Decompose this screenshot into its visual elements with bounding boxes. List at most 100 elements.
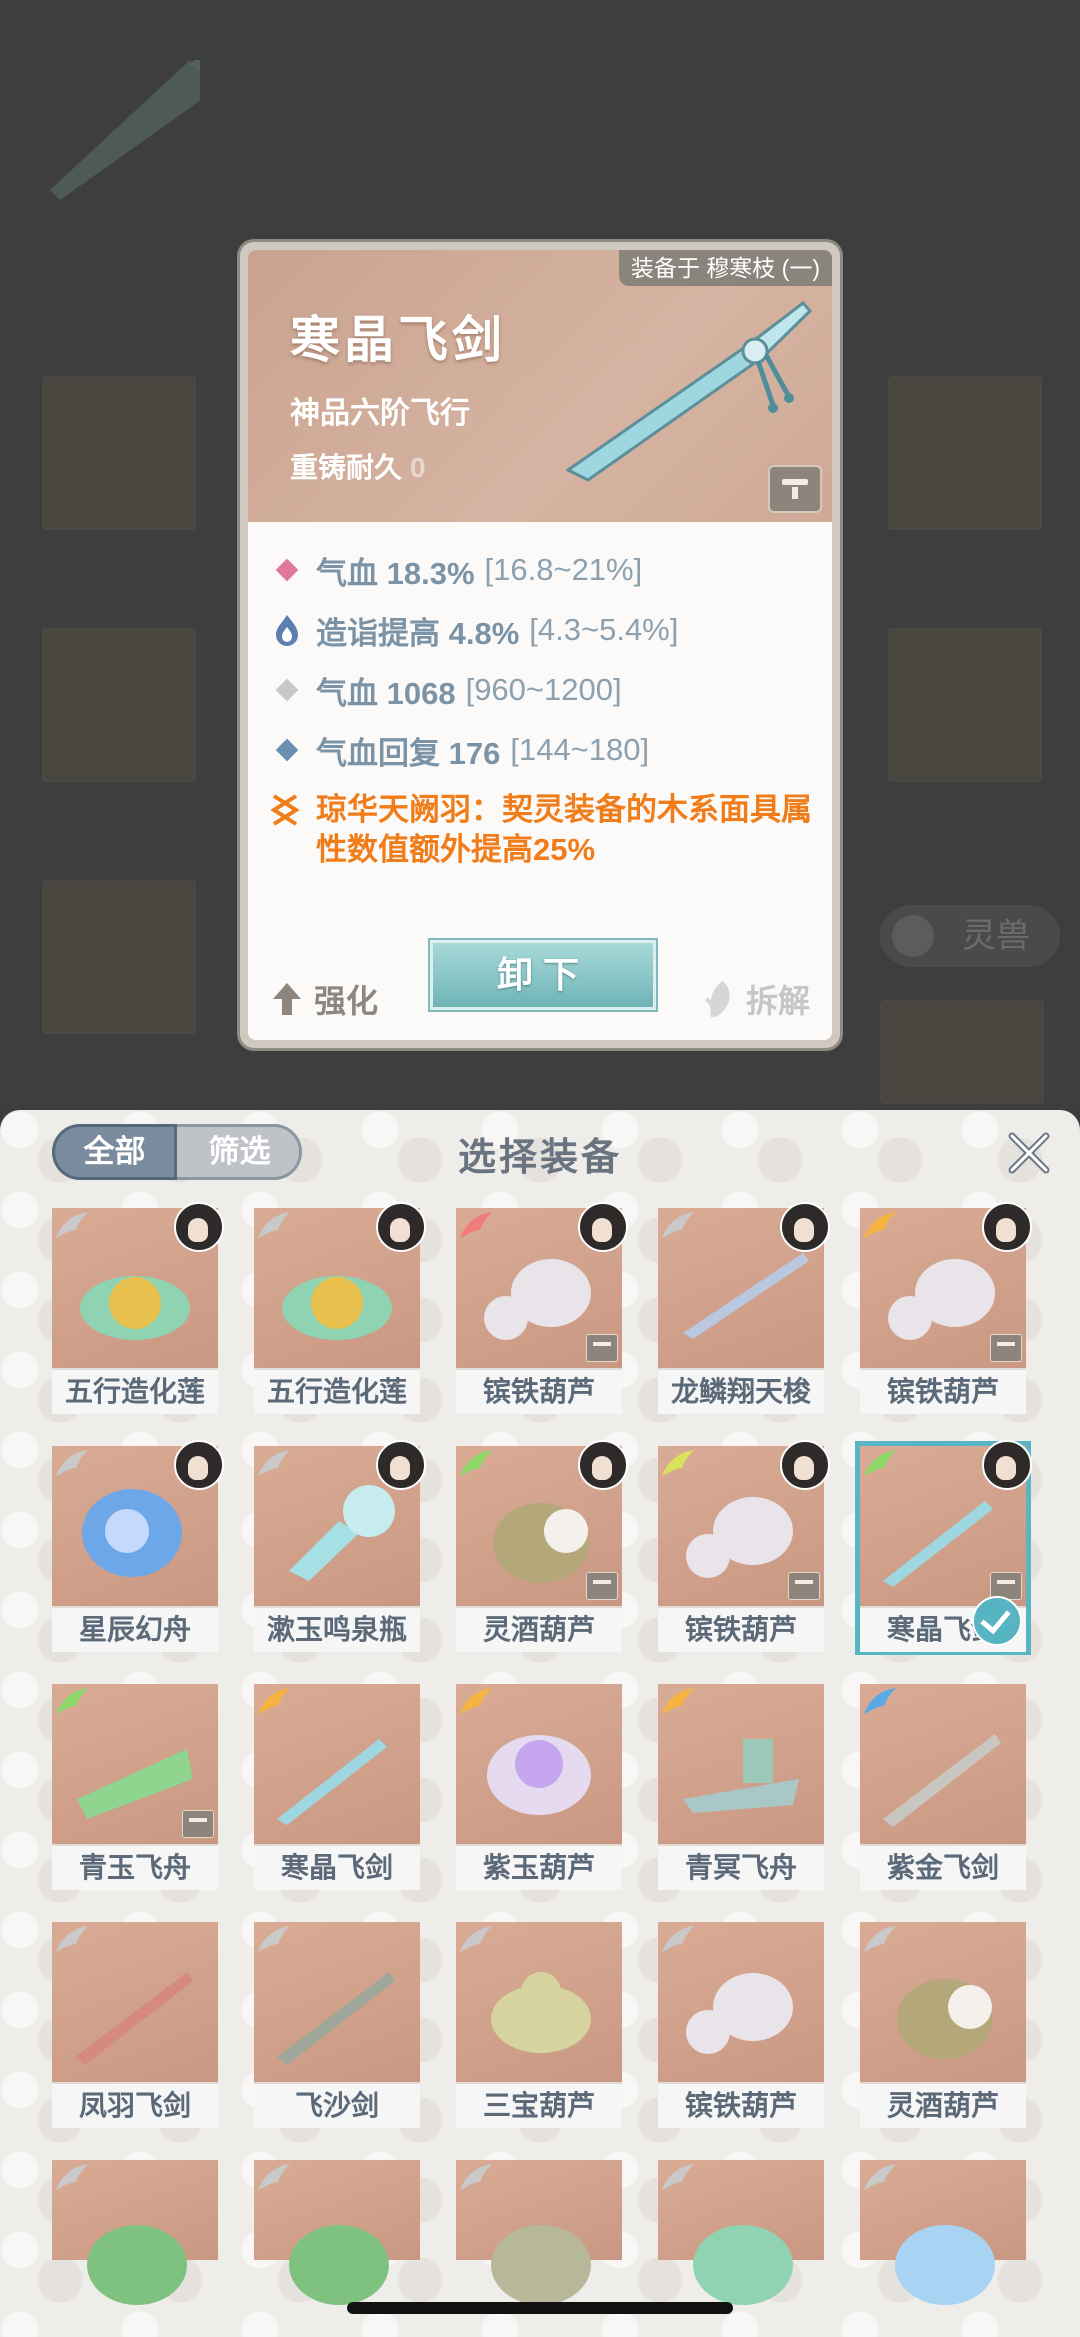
beast-icon <box>892 915 934 957</box>
owner-avatar <box>982 1202 1032 1252</box>
blue-flame-icon <box>270 613 304 647</box>
dismantle-label: 拆解 <box>745 983 810 1019</box>
owner-avatar <box>578 1440 628 1490</box>
special-effect: 琼华天阙羽：契灵装备的木系面具属性数值额外提高25% <box>270 790 830 870</box>
equipment-cell[interactable]: 五行造化莲 <box>52 1202 224 1414</box>
equipment-cell[interactable]: 寒晶飞剑 <box>855 1440 1032 1655</box>
equipment-slot-beast <box>880 1000 1044 1104</box>
equipment-cell[interactable]: 漱玉鸣泉瓶 <box>254 1440 426 1652</box>
home-indicator[interactable] <box>347 2302 733 2314</box>
equipment-item-icon <box>693 2225 793 2305</box>
equipment-item-icon <box>683 1739 799 1813</box>
equipment-item-icon <box>897 1979 993 2059</box>
wing-rank-icon <box>662 1688 694 1714</box>
owner-avatar <box>376 1202 426 1252</box>
equipment-cell[interactable]: 青玉飞舟 <box>52 1684 218 1890</box>
owner-avatar <box>578 1202 628 1252</box>
equipment-slot-armor <box>42 628 196 782</box>
equipment-cell[interactable] <box>254 2160 420 2305</box>
item-artwork <box>658 2160 824 2305</box>
equipment-cell[interactable]: 灵酒葫芦 <box>456 1440 628 1652</box>
wing-rank-icon <box>460 1688 492 1714</box>
equipment-item-icon <box>277 1972 395 2065</box>
item-name-label: 镔铁葫芦 <box>658 2082 824 2128</box>
wing-rank-icon <box>258 1212 290 1238</box>
equipment-cell[interactable] <box>658 2160 824 2305</box>
stat-label: 造诣提高 4.8% <box>316 615 520 651</box>
equipment-cell[interactable]: 寒晶飞剑 <box>254 1684 420 1890</box>
stat-list: 气血 18.3% [16.8~21%] 造诣提高 4.8% [4.3~5.4%]… <box>270 540 830 870</box>
item-name-label: 龙鳞翔天梭 <box>658 1368 824 1414</box>
equipment-cell[interactable]: 星辰幻舟 <box>52 1440 224 1652</box>
owner-avatar <box>174 1202 224 1252</box>
equipment-select-panel: 全部 筛选 选择装备 五行造化莲 五行造化莲 镔铁葫芦 龙鳞翔天梭 镔铁葫芦 星辰幻舟 漱玉… <box>0 1110 1080 2337</box>
item-name-label: 青玉飞舟 <box>52 1844 218 1890</box>
lock-icon <box>182 1810 214 1838</box>
item-artwork <box>456 1684 622 1844</box>
durability-label: 重铸耐久 <box>290 452 403 483</box>
reforge-durability: 重铸耐久 0 <box>290 446 426 486</box>
equipment-cell[interactable]: 灵酒葫芦 <box>860 1922 1026 2128</box>
item-name-label: 紫玉葫芦 <box>456 1844 622 1890</box>
special-effect-icon <box>270 790 304 830</box>
equipment-cell[interactable]: 紫玉葫芦 <box>456 1684 622 1890</box>
close-icon[interactable] <box>1006 1130 1052 1176</box>
lock-button[interactable] <box>768 465 822 513</box>
wing-rank-icon <box>864 1688 896 1714</box>
pink-diamond-icon <box>270 553 304 587</box>
equipment-cell[interactable] <box>52 2160 218 2305</box>
equipment-cell[interactable]: 三宝葫芦 <box>456 1922 622 2128</box>
item-artwork <box>52 1684 218 1844</box>
equipment-cell[interactable]: 镔铁葫芦 <box>860 1202 1032 1414</box>
wing-rank-icon <box>460 1926 492 1952</box>
wing-rank-icon <box>864 1926 896 1952</box>
owner-avatar <box>376 1440 426 1490</box>
item-name-label: 凤羽飞剑 <box>52 2082 218 2128</box>
equipment-cell[interactable]: 镔铁葫芦 <box>658 1440 830 1652</box>
gray-diamond-icon <box>270 673 304 707</box>
equipment-cell[interactable]: 镔铁葫芦 <box>658 1922 824 2128</box>
equipment-cell[interactable]: 飞沙剑 <box>254 1922 420 2128</box>
equipment-cell[interactable] <box>860 2160 1026 2305</box>
item-name-label: 寒晶飞剑 <box>254 1844 420 1890</box>
dismantle-button[interactable]: 拆解 <box>702 976 810 1022</box>
equipment-cell[interactable]: 青冥飞舟 <box>658 1684 824 1890</box>
item-artwork <box>254 1922 420 2082</box>
dismantle-icon <box>704 981 730 1018</box>
stat-range: [960~1200] <box>465 672 622 707</box>
wing-rank-icon <box>460 1212 492 1238</box>
item-artwork <box>254 1684 420 1844</box>
item-name-label: 五行造化莲 <box>254 1368 420 1414</box>
equipment-cell[interactable]: 五行造化莲 <box>254 1202 426 1414</box>
owner-avatar <box>982 1440 1032 1490</box>
stat-range: [4.3~5.4%] <box>529 612 679 647</box>
equipment-cell[interactable]: 龙鳞翔天梭 <box>658 1202 830 1414</box>
equipment-cell[interactable]: 凤羽飞剑 <box>52 1922 218 2128</box>
wing-rank-icon <box>56 1926 88 1952</box>
item-artwork <box>860 1684 1026 1844</box>
equipment-item-icon <box>491 1972 591 2053</box>
durability-value: 0 <box>410 452 426 483</box>
wing-rank-icon <box>864 1450 896 1476</box>
wing-rank-icon <box>864 1212 896 1238</box>
item-name: 寒晶飞剑 <box>290 312 506 368</box>
item-name-label: 镔铁葫芦 <box>658 1606 824 1652</box>
wing-rank-icon <box>258 1926 290 1952</box>
equipped-by-label: 装备于 穆寒枝 (一) <box>618 250 832 286</box>
equipment-cell[interactable]: 紫金飞剑 <box>860 1684 1026 1890</box>
detail-header: 装备于 穆寒枝 (一) 寒晶飞剑 神品六阶飞行 重铸耐久 0 <box>248 250 832 522</box>
enhance-label: 强化 <box>314 983 379 1019</box>
item-artwork <box>254 2160 420 2305</box>
equipment-item-icon <box>683 1253 809 1339</box>
equipment-item-icon <box>883 1734 1001 1827</box>
wing-rank-icon <box>56 1450 88 1476</box>
equipment-cell[interactable] <box>456 2160 622 2305</box>
equipment-item-icon <box>80 1276 190 1340</box>
equipment-item-icon <box>289 2225 389 2305</box>
item-artwork <box>658 1922 824 2082</box>
enhance-button[interactable]: 强化 <box>272 976 378 1022</box>
wing-rank-icon <box>662 1926 694 1952</box>
unequip-button[interactable]: 卸下 <box>428 938 658 1012</box>
equipment-cell[interactable]: 镔铁葫芦 <box>456 1202 628 1414</box>
item-name-label: 灵酒葫芦 <box>456 1606 622 1652</box>
